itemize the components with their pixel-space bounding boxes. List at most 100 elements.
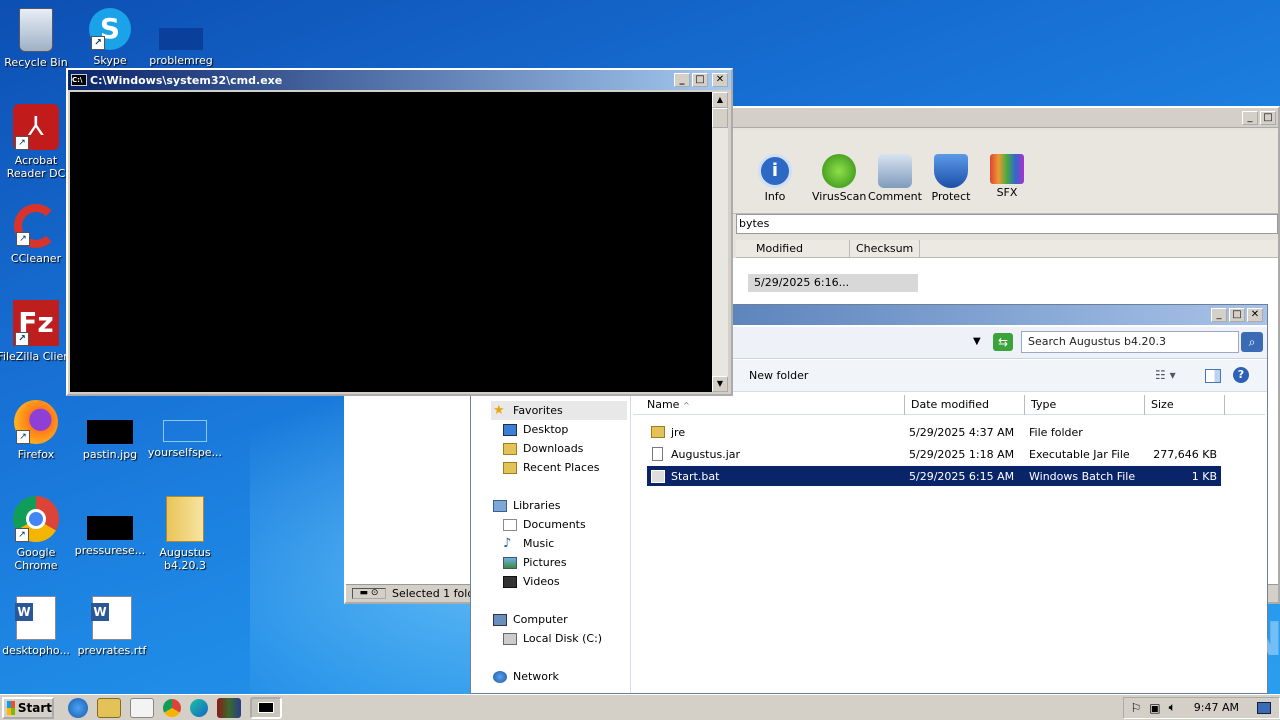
shortcut-arrow-icon: ↗ xyxy=(16,232,30,246)
start-button[interactable]: Start xyxy=(2,696,54,719)
file-row-start-bat[interactable]: Start.bat 5/29/2025 6:15 AM Windows Batc… xyxy=(647,466,1221,486)
flag-icon[interactable]: ⚐ xyxy=(1130,701,1141,715)
nav-videos[interactable]: Videos xyxy=(493,572,630,591)
internet-explorer-icon[interactable] xyxy=(68,697,88,718)
column-name[interactable]: Name ^ xyxy=(641,395,905,415)
desktop-icon-acrobat[interactable]: ⅄ ↗ Acrobat Reader DC xyxy=(0,104,76,180)
nav-network[interactable]: Network xyxy=(493,667,630,686)
sort-ascending-icon: ^ xyxy=(682,401,690,410)
toolbar-virusscan[interactable]: VirusScan xyxy=(812,154,866,203)
file-row-augustus-jar[interactable]: Augustus.jar 5/29/2025 1:18 AM Executabl… xyxy=(647,444,1221,464)
winrar-status-text: Selected 1 folde xyxy=(392,587,482,600)
pictures-icon xyxy=(503,556,517,569)
maximize-button[interactable]: □ xyxy=(692,73,708,87)
desktop-icon-desktopho[interactable]: W desktopho... xyxy=(0,596,76,657)
toolbar-info[interactable]: i Info xyxy=(748,154,802,203)
sfx-icon xyxy=(990,154,1024,184)
folder-icon xyxy=(166,496,204,542)
cmd-console[interactable] xyxy=(70,92,712,392)
maximize-button[interactable]: □ xyxy=(1229,308,1245,322)
toolbar-sfx[interactable]: SFX xyxy=(980,154,1034,199)
file-icon xyxy=(159,28,203,50)
firefox-icon: ↗ xyxy=(14,400,58,444)
nav-local-disk[interactable]: Local Disk (C:) xyxy=(493,629,630,648)
preview-pane-icon[interactable] xyxy=(1205,369,1221,383)
column-checksum[interactable]: Checksum xyxy=(850,240,920,258)
maximize-button[interactable]: □ xyxy=(1260,111,1276,125)
windows-logo-icon xyxy=(7,700,15,715)
desktop-icon-problemreg[interactable]: problemreg xyxy=(141,8,221,67)
scroll-down-icon[interactable]: ▼ xyxy=(712,376,728,392)
winrar-taskbar-icon[interactable] xyxy=(217,697,241,718)
minimize-button[interactable]: _ xyxy=(674,73,690,87)
column-size[interactable]: Size xyxy=(1145,395,1225,415)
search-input[interactable]: Search Augustus b4.20.3 xyxy=(1021,331,1239,353)
jar-file-icon xyxy=(652,447,663,461)
drive-icon: ▬ ⊙ xyxy=(352,588,386,599)
nav-music[interactable]: ♪ Music xyxy=(493,534,630,553)
desktop-icon-prevrates[interactable]: W prevrates.rtf xyxy=(72,596,152,657)
desktop-icon-firefox[interactable]: ↗ Firefox xyxy=(0,400,76,461)
nav-favorites[interactable]: ★ Favorites xyxy=(491,401,627,420)
desktop-icon-augustus-folder[interactable]: Augustus b4.20.3 xyxy=(145,496,225,572)
cmd-taskbar-icon[interactable] xyxy=(250,696,282,719)
protect-icon xyxy=(934,154,968,188)
toolbar-comment[interactable]: Comment xyxy=(868,154,922,203)
winrar-path-field[interactable]: bytes xyxy=(736,214,1278,234)
help-icon[interactable]: ? xyxy=(1233,367,1249,383)
edge-icon[interactable] xyxy=(190,698,208,717)
shortcut-arrow-icon: ↗ xyxy=(15,136,29,150)
nav-pictures[interactable]: Pictures xyxy=(493,553,630,572)
nav-libraries[interactable]: Libraries xyxy=(493,496,630,515)
info-icon: i xyxy=(758,154,792,188)
desktop-icon-ccleaner[interactable]: ↗ CCleaner xyxy=(0,204,76,265)
desktop-icon-skype[interactable]: S ↗ Skype xyxy=(70,8,150,67)
close-button[interactable]: ✕ xyxy=(1247,308,1263,322)
recycle-bin-icon xyxy=(19,8,53,52)
winrar-row-modified[interactable]: 5/29/2025 6:16... xyxy=(748,274,918,292)
media-player-icon[interactable] xyxy=(130,697,154,718)
cmd-icon: C:\ xyxy=(71,74,87,86)
file-row-jre[interactable]: jre 5/29/2025 4:37 AM File folder xyxy=(647,422,1221,442)
shortcut-arrow-icon: ↗ xyxy=(16,430,30,444)
column-date-modified[interactable]: Date modified xyxy=(905,395,1025,415)
new-folder-button[interactable]: New folder xyxy=(749,369,808,382)
comment-icon xyxy=(878,154,912,188)
file-list-header: Name ^ Date modified Type Size xyxy=(633,395,1265,415)
show-desktop-icon[interactable] xyxy=(1257,701,1271,714)
file-explorer-icon[interactable] xyxy=(97,697,121,718)
minimize-button[interactable]: _ xyxy=(1211,308,1227,322)
folder-icon xyxy=(651,426,665,438)
column-type[interactable]: Type xyxy=(1025,395,1145,415)
desktop-icon-pastin[interactable]: pastin.jpg xyxy=(70,400,150,461)
nav-desktop[interactable]: Desktop xyxy=(493,420,630,439)
chrome-icon: ↗ xyxy=(13,496,59,542)
address-dropdown-icon[interactable]: ▼ xyxy=(973,336,981,347)
minimize-button[interactable]: _ xyxy=(1242,111,1258,125)
clock[interactable]: 9:47 AM xyxy=(1194,701,1239,714)
search-icon[interactable]: ⌕ xyxy=(1241,332,1263,352)
nav-computer[interactable]: Computer xyxy=(493,610,630,629)
desktop-icon-pressurese[interactable]: pressurese... xyxy=(70,496,150,557)
scroll-up-icon[interactable]: ▲ xyxy=(712,92,728,108)
toolbar-protect[interactable]: Protect xyxy=(924,154,978,203)
refresh-icon[interactable]: ⇆ xyxy=(993,333,1013,351)
file-icon xyxy=(163,420,207,442)
desktop-icon-recycle-bin[interactable]: Recycle Bin xyxy=(0,8,76,69)
scroll-thumb[interactable] xyxy=(712,108,728,128)
column-modified[interactable]: Modified xyxy=(750,240,850,258)
desktop-icon-chrome[interactable]: ↗ Google Chrome xyxy=(0,496,76,572)
nav-downloads[interactable]: Downloads xyxy=(493,439,630,458)
filezilla-icon: Fz ↗ xyxy=(13,300,59,346)
desktop-icon-yourselfspe[interactable]: yourselfspe... xyxy=(145,400,225,459)
close-button[interactable]: ✕ xyxy=(712,73,728,87)
view-options-icon[interactable]: ☷ ▾ xyxy=(1155,368,1176,382)
nav-documents[interactable]: Documents xyxy=(493,515,630,534)
cmd-scrollbar[interactable]: ▲ ▼ xyxy=(712,92,728,392)
chrome-taskbar-icon[interactable] xyxy=(163,698,181,717)
desktop-icon-filezilla[interactable]: Fz ↗ FileZilla Client xyxy=(0,300,76,363)
local-disk-icon xyxy=(503,632,517,645)
nav-recent-places[interactable]: Recent Places xyxy=(493,458,630,477)
network-tray-icon[interactable]: ▣ xyxy=(1149,701,1160,715)
volume-icon[interactable]: 🔈︎ xyxy=(1169,700,1176,715)
